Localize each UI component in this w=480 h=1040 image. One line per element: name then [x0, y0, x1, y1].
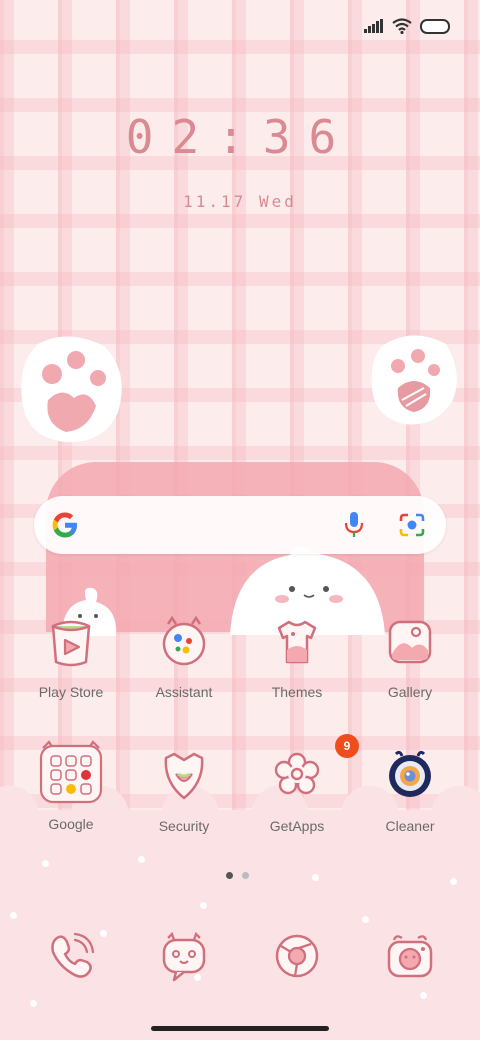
play-store-icon — [43, 614, 99, 670]
app-label: Cleaner — [385, 818, 435, 834]
sprinkle — [138, 856, 145, 863]
dock-messages[interactable] — [156, 928, 212, 984]
app-themes[interactable]: Themes — [241, 614, 353, 700]
wifi-icon — [392, 18, 412, 34]
getapps-icon: 9 — [269, 734, 359, 804]
phone-icon — [51, 932, 95, 978]
app-label: Security — [158, 818, 210, 834]
sprinkle — [42, 860, 49, 867]
app-label: Assistant — [155, 684, 213, 700]
app-label: Themes — [271, 684, 323, 700]
search-bar[interactable] — [34, 496, 446, 554]
app-security[interactable]: Security — [128, 748, 240, 834]
google-folder-icon — [39, 740, 103, 804]
battery-icon — [420, 18, 450, 34]
clock-time[interactable]: 02:36 — [0, 110, 480, 164]
app-label: Gallery — [387, 684, 433, 700]
dock-camera[interactable] — [382, 928, 438, 984]
paw-sticker-right — [368, 330, 460, 428]
security-icon — [156, 748, 212, 804]
paw-sticker-left — [18, 334, 126, 446]
app-cleaner[interactable]: Cleaner — [354, 748, 466, 834]
sprinkle — [200, 902, 207, 909]
dock-phone[interactable] — [43, 928, 99, 984]
sprinkle — [312, 874, 319, 881]
app-label: Google — [48, 816, 94, 832]
app-assistant[interactable]: Assistant — [128, 614, 240, 700]
sprinkle — [100, 930, 107, 937]
assistant-icon — [156, 614, 212, 670]
wallpaper-cloud — [0, 784, 480, 1040]
app-play-store[interactable]: Play Store — [15, 614, 127, 700]
sprinkle — [30, 1000, 37, 1007]
mic-icon[interactable] — [342, 511, 366, 539]
camera-icon — [387, 935, 433, 978]
sprinkle — [362, 916, 369, 923]
browser-icon — [275, 934, 319, 978]
page-dot[interactable] — [242, 872, 249, 879]
dock-browser[interactable] — [269, 928, 325, 984]
page-dot-active[interactable] — [226, 872, 233, 879]
sprinkle — [450, 878, 457, 885]
google-g-icon — [50, 510, 80, 540]
home-indicator[interactable] — [151, 1026, 329, 1031]
app-label: GetApps — [269, 818, 325, 834]
themes-icon — [269, 614, 325, 670]
page-indicator[interactable] — [226, 872, 249, 879]
app-gallery[interactable]: Gallery — [354, 614, 466, 700]
app-google-folder[interactable]: Google — [15, 740, 127, 832]
sprinkle — [10, 912, 17, 919]
messages-icon — [162, 931, 206, 982]
clock-date[interactable]: 11.17 Wed — [0, 192, 480, 211]
status-bar — [364, 14, 450, 38]
sprinkle — [420, 992, 427, 999]
cleaner-icon — [382, 748, 438, 804]
gallery-icon — [382, 614, 438, 670]
app-label: Play Store — [38, 684, 104, 700]
app-getapps[interactable]: 9 GetApps — [241, 734, 359, 834]
lens-icon[interactable] — [398, 512, 426, 538]
signal-icon — [364, 19, 384, 33]
